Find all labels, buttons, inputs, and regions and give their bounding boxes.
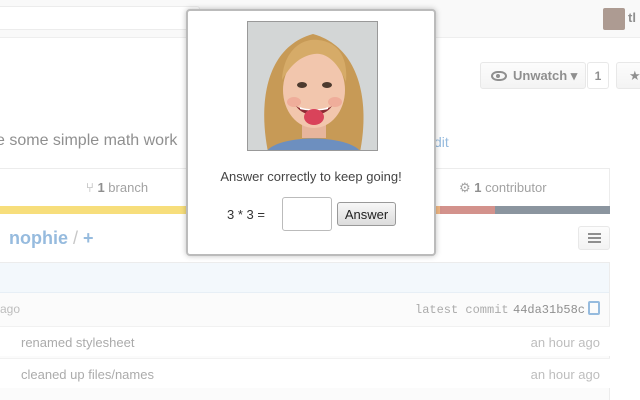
child-photo — [247, 21, 378, 151]
math-question: 3 * 3 = — [227, 207, 265, 222]
answer-input[interactable] — [282, 197, 332, 231]
quiz-prompt: Answer correctly to keep going! — [220, 169, 402, 184]
answer-button[interactable]: Answer — [337, 202, 396, 226]
math-quiz-modal: Answer correctly to keep going! 3 * 3 = … — [186, 9, 436, 256]
